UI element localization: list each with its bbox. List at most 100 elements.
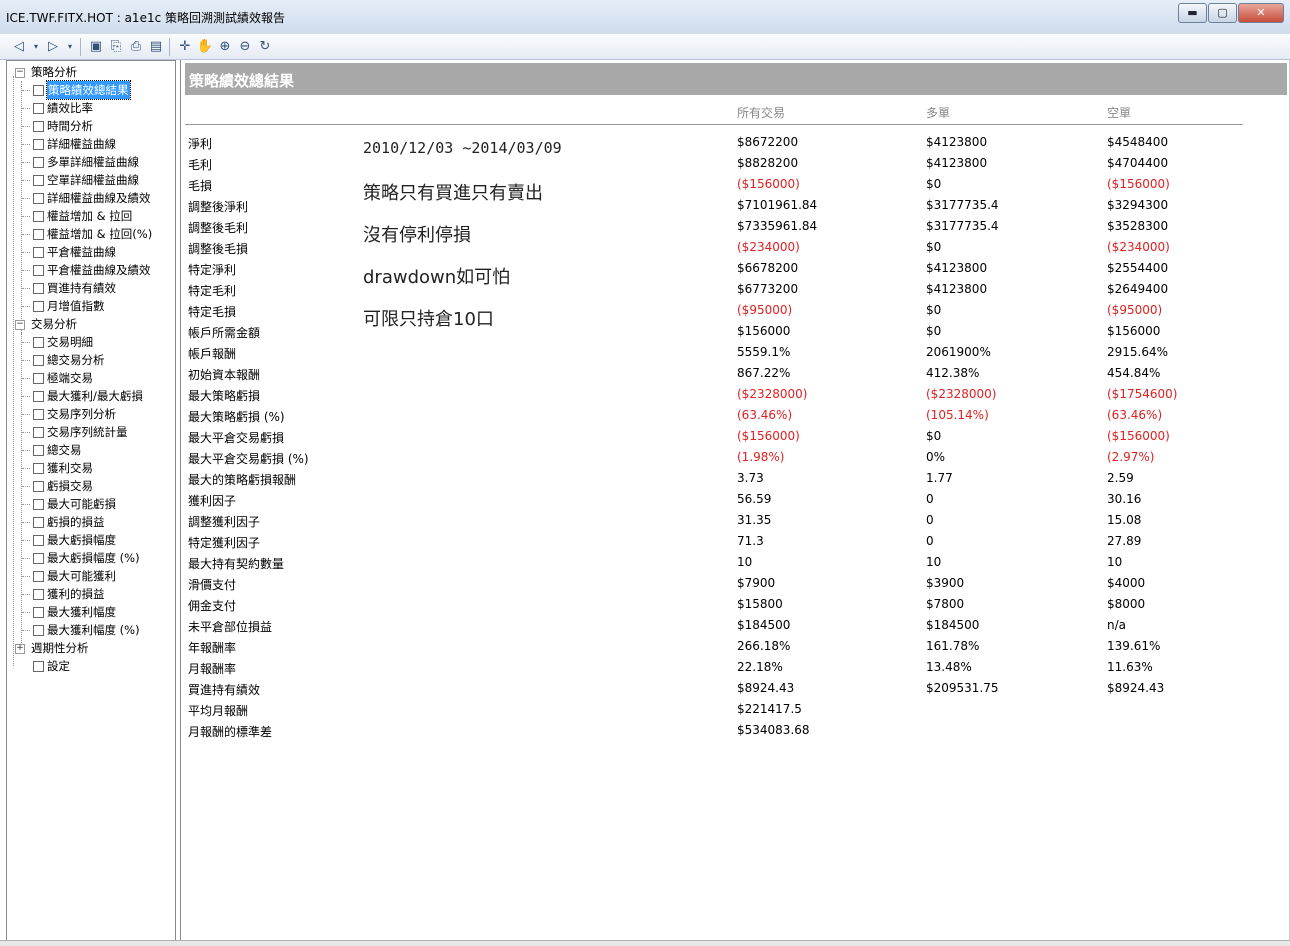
value-short: $3528300 [1107, 219, 1169, 233]
value-long: $0 [926, 303, 942, 317]
zoom-in-icon[interactable]: ⊕ [216, 37, 234, 57]
collapse-icon[interactable]: − [15, 320, 25, 330]
report-page-icon [33, 625, 44, 636]
row-label: 特定毛損 [188, 305, 237, 319]
tree-connector [22, 270, 30, 271]
refresh-icon[interactable]: ↻ [256, 37, 274, 57]
row-label: 年報酬率 [188, 641, 237, 655]
tree-item-label: 最大可能虧損 [47, 497, 116, 511]
forward-arrow-icon[interactable]: ▷ [44, 37, 62, 57]
tree-connector [22, 414, 30, 415]
value-short: ($1754600) [1107, 387, 1178, 401]
report-page-icon [33, 517, 44, 528]
report-page-icon [33, 139, 44, 150]
value-all: $534083.68 [737, 723, 810, 737]
value-long: $3177735.4 [926, 198, 999, 212]
value-long: $3177735.4 [926, 219, 999, 233]
tree-item-label: 最大獲利幅度 [47, 605, 116, 619]
value-long: $4123800 [926, 261, 988, 275]
report-header: 策略績效總結果 [185, 63, 1287, 95]
row-label: 最大的策略虧損報酬 [188, 473, 297, 487]
column-header-short: 空單 [1107, 106, 1132, 120]
hand-icon[interactable]: ✋ [196, 37, 214, 57]
report-page-icon [33, 265, 44, 276]
column-header-long: 多單 [926, 106, 951, 120]
value-short: 27.89 [1107, 534, 1142, 548]
value-short: $4548400 [1107, 135, 1169, 149]
value-long: $4123800 [926, 282, 988, 296]
print-icon[interactable]: ⎙ [127, 37, 145, 57]
zoom-out-icon[interactable]: ⊖ [236, 37, 254, 57]
row-label: 買進持有績效 [188, 683, 261, 697]
annotation-no-stop: 沒有停利停損 [363, 225, 471, 246]
value-all: $156000 [737, 324, 791, 338]
value-all: $7101961.84 [737, 198, 818, 212]
value-all: $221417.5 [737, 702, 802, 716]
value-all: $6678200 [737, 261, 799, 275]
tree-item-label: 虧損交易 [47, 479, 93, 493]
table-row: 買進持有績效 $8924.43 $209531.75 $8924.43 [181, 678, 1181, 699]
table-row: 調整後淨利 $7101961.84 $3177735.4 $3294300 [181, 195, 1181, 216]
report-page-icon [33, 121, 44, 132]
tree-connector [22, 288, 30, 289]
value-long: 0% [926, 450, 946, 464]
value-short: $8000 [1107, 597, 1146, 611]
window-title: ICE.TWF.FITX.HOT : a1e1c 策略回溯測試績效報告 [6, 11, 285, 25]
value-short: 2915.64% [1107, 345, 1169, 359]
crosshair-icon[interactable]: ✛ [176, 37, 194, 57]
tree-connector [22, 90, 30, 91]
tree-item-label: 詳細權益曲線 [47, 137, 116, 151]
tree-item-label: 時間分析 [47, 119, 93, 133]
report-page-icon [33, 499, 44, 510]
tree-connector [22, 378, 30, 379]
value-short: 30.16 [1107, 492, 1142, 506]
view-icon[interactable]: ▤ [147, 37, 165, 57]
report-panel: 策略績效總結果 所有交易 多單 空單 淨利 $8672200 $4123800 $45… [180, 60, 1290, 945]
bottom-edge [0, 940, 1290, 946]
value-short: 139.61% [1107, 639, 1161, 653]
tree-connector [22, 342, 30, 343]
value-all: 3.73 [737, 471, 764, 485]
table-row: 帳戶報酬 5559.1% 2061900% 2915.64% [181, 342, 1181, 363]
forward-dropdown-icon[interactable]: ▾ [64, 37, 76, 57]
toolbar-separator [80, 37, 81, 56]
save-icon[interactable]: ▣ [87, 37, 105, 57]
tree-connector [22, 162, 30, 163]
value-long: (105.14%) [926, 408, 989, 422]
back-dropdown-icon[interactable]: ▾ [30, 37, 42, 57]
table-row: 毛利 $8828200 $4123800 $4704400 [181, 153, 1181, 174]
collapse-icon[interactable]: − [15, 68, 25, 78]
close-button[interactable]: ✕ [1238, 3, 1284, 23]
value-long: $0 [926, 240, 942, 254]
table-row: 獲利因子 56.59 0 30.16 [181, 489, 1181, 510]
tree-item-label: 多單詳細權益曲線 [47, 155, 139, 169]
row-label: 滑價支付 [188, 578, 237, 592]
value-long: $4123800 [926, 135, 988, 149]
value-short: ($234000) [1107, 240, 1170, 254]
page-icon [33, 661, 44, 672]
report-page-icon [33, 337, 44, 348]
row-label: 特定毛利 [188, 284, 237, 298]
tree-connector [21, 333, 22, 643]
value-short: 10 [1107, 555, 1123, 569]
tree-item-label: 極端交易 [47, 371, 93, 385]
row-label: 平均月報酬 [188, 704, 249, 718]
row-label: 月報酬率 [188, 662, 237, 676]
table-row: 月報酬率 22.18% 13.48% 11.63% [181, 657, 1181, 678]
export-icon[interactable]: ⎘ [107, 37, 125, 57]
table-row: 特定淨利 $6678200 $4123800 $2554400 [181, 258, 1181, 279]
value-short: $156000 [1107, 324, 1161, 338]
tree-item-label: 權益增加 & 拉回 [47, 209, 133, 223]
maximize-button[interactable]: ▢ [1208, 3, 1237, 23]
tree-connector [22, 216, 30, 217]
expand-icon[interactable]: + [15, 644, 25, 654]
report-page-icon [33, 589, 44, 600]
tree-connector [22, 486, 30, 487]
value-all: 867.22% [737, 366, 791, 380]
minimize-button[interactable]: ▬ [1178, 3, 1207, 23]
tree-item-label: 平倉權益曲線 [47, 245, 116, 259]
tree-item-label: 最大虧損幅度 [47, 533, 116, 547]
table-row: 特定毛利 $6773200 $4123800 $2649400 [181, 279, 1181, 300]
row-label: 調整後毛利 [188, 221, 249, 235]
back-arrow-icon[interactable]: ◁ [10, 37, 28, 57]
